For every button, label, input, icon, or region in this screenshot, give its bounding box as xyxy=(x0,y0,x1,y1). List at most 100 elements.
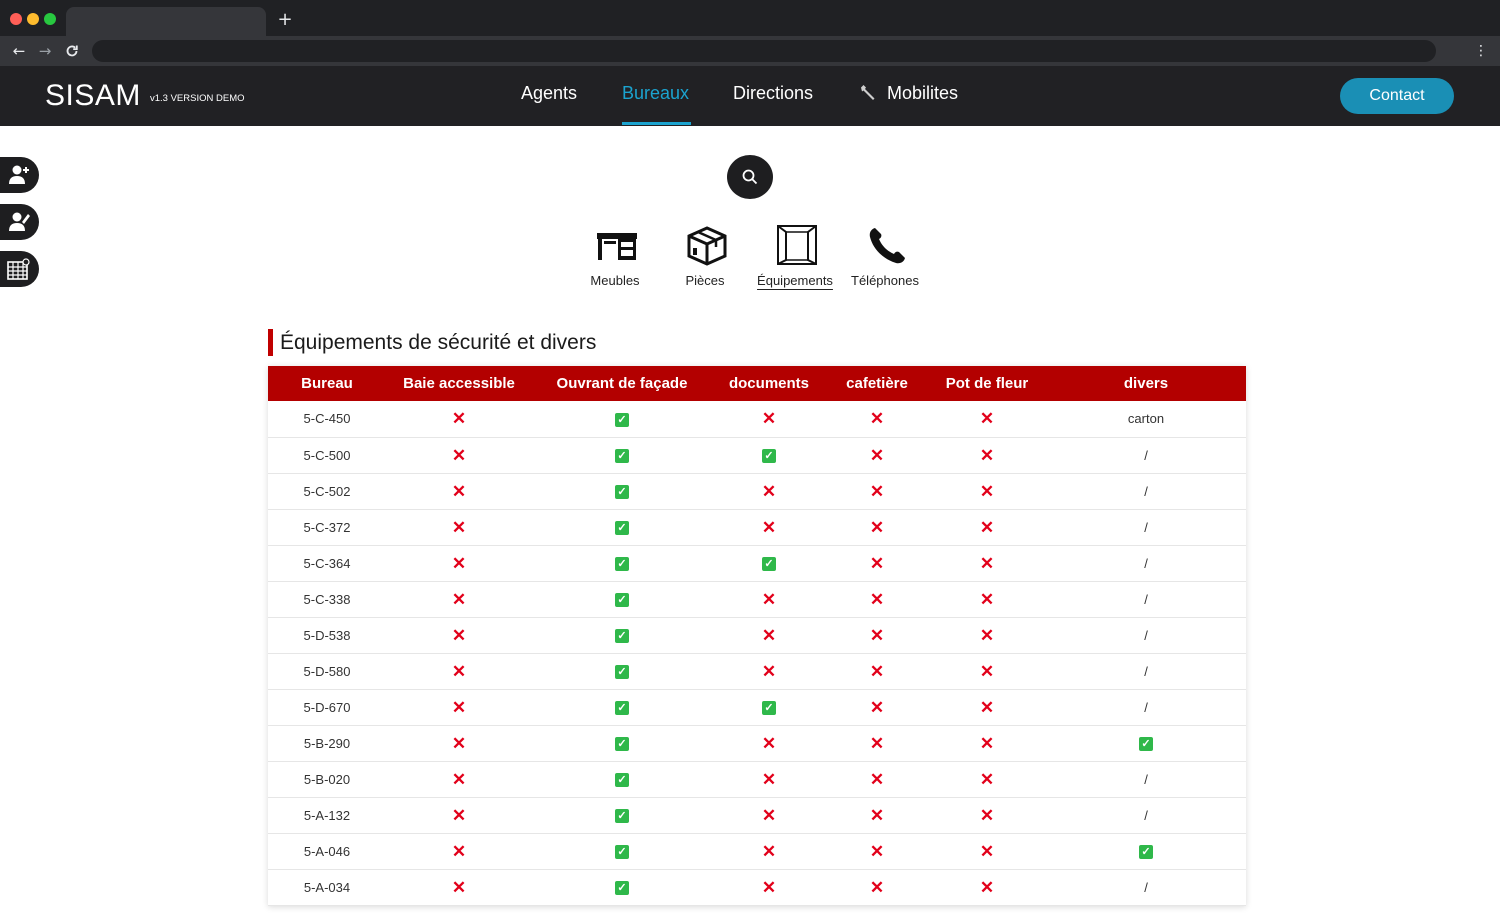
category-meubles[interactable]: Meubles xyxy=(570,224,660,294)
active-nav-underline xyxy=(622,122,691,125)
table-cell-pot: ✕ xyxy=(928,617,1046,654)
table-row[interactable]: 5-B-020 ✕ ✓ ✕ ✕ ✕ / xyxy=(268,761,1246,798)
table-row[interactable]: 5-A-034 ✕ ✓ ✕ ✕ ✕ / xyxy=(268,869,1246,906)
table-cell-documents: ✕ xyxy=(712,509,826,546)
table-cell-bureau: 5-C-502 xyxy=(268,473,386,510)
search-button[interactable] xyxy=(727,155,773,199)
edit-user-icon xyxy=(9,212,30,231)
section-title: Équipements de sécurité et divers xyxy=(268,329,596,356)
check-icon: ✓ xyxy=(615,736,629,751)
table-cell-ouvrant: ✓ xyxy=(532,725,712,762)
column-header-ouvrant[interactable]: Ouvrant de façade xyxy=(532,366,712,401)
table-cell-bureau: 5-C-500 xyxy=(268,437,386,474)
cross-icon: ✕ xyxy=(869,481,885,501)
check-icon: ✓ xyxy=(762,700,776,715)
nav-directions[interactable]: Directions xyxy=(733,82,813,104)
check-icon: ✓ xyxy=(615,700,629,715)
cross-icon: ✕ xyxy=(761,733,777,753)
browser-tab[interactable] xyxy=(66,7,266,36)
table-cell-pot: ✕ xyxy=(928,797,1046,834)
table-cell-cafetiere: ✕ xyxy=(826,545,928,582)
table-cell-bureau: 5-C-338 xyxy=(268,581,386,618)
maximize-window-button[interactable] xyxy=(44,13,56,25)
table-cell-divers: / xyxy=(1046,545,1246,582)
check-icon: ✓ xyxy=(615,592,629,607)
minimize-window-button[interactable] xyxy=(27,13,39,25)
table-cell-ouvrant: ✓ xyxy=(532,509,712,546)
category-pieces[interactable]: Pièces xyxy=(660,224,750,294)
table-cell-baie: ✕ xyxy=(386,797,532,834)
check-icon: ✓ xyxy=(615,628,629,643)
close-window-button[interactable] xyxy=(10,13,22,25)
nav-agents[interactable]: Agents xyxy=(521,82,577,104)
table-row[interactable]: 5-C-450 ✕ ✓ ✕ ✕ ✕ carton xyxy=(268,401,1246,438)
category-equipements[interactable]: Équipements xyxy=(750,224,840,294)
table-cell-ouvrant: ✓ xyxy=(532,581,712,618)
nav-bureaux[interactable]: Bureaux xyxy=(622,82,689,104)
category-label: Pièces xyxy=(685,273,725,288)
table-row[interactable]: 5-A-046 ✕ ✓ ✕ ✕ ✕ ✓ xyxy=(268,833,1246,870)
cross-icon: ✕ xyxy=(761,517,777,537)
table-row[interactable]: 5-C-364 ✕ ✓ ✓ ✕ ✕ / xyxy=(268,545,1246,582)
table-cell-bureau: 5-C-364 xyxy=(268,545,386,582)
table-body: 5-C-450 ✕ ✓ ✕ ✕ ✕ carton 5-C-500 ✕ ✓ ✓ ✕ ✕ / 5-C-502 ✕ ✓… xyxy=(268,401,1246,906)
site-logo[interactable]: SISAM xyxy=(45,79,141,113)
table-cell-baie: ✕ xyxy=(386,401,532,438)
table-cell-baie: ✕ xyxy=(386,581,532,618)
table-cell-cafetiere: ✕ xyxy=(826,473,928,510)
column-header-divers[interactable]: divers xyxy=(1046,366,1246,401)
table-cell-baie: ✕ xyxy=(386,833,532,870)
table-row[interactable]: 5-A-132 ✕ ✓ ✕ ✕ ✕ / xyxy=(268,797,1246,834)
table-row[interactable]: 5-C-502 ✕ ✓ ✕ ✕ ✕ / xyxy=(268,473,1246,510)
table-row[interactable]: 5-D-538 ✕ ✓ ✕ ✕ ✕ / xyxy=(268,617,1246,654)
table-cell-baie: ✕ xyxy=(386,437,532,474)
add-user-icon xyxy=(9,165,29,184)
table-cell-pot: ✕ xyxy=(928,689,1046,726)
cross-icon: ✕ xyxy=(869,697,885,717)
table-row[interactable]: 5-C-500 ✕ ✓ ✓ ✕ ✕ / xyxy=(268,437,1246,474)
cross-icon: ✕ xyxy=(869,805,885,825)
table-row[interactable]: 5-B-290 ✕ ✓ ✕ ✕ ✕ ✓ xyxy=(268,725,1246,762)
category-telephones[interactable]: Téléphones xyxy=(840,224,930,294)
cross-icon: ✕ xyxy=(451,517,467,537)
check-icon: ✓ xyxy=(615,772,629,787)
cross-icon: ✕ xyxy=(761,481,777,501)
planning-button[interactable] xyxy=(0,251,39,287)
table-row[interactable]: 5-D-580 ✕ ✓ ✕ ✕ ✕ / xyxy=(268,653,1246,690)
table-row[interactable]: 5-D-670 ✕ ✓ ✓ ✕ ✕ / xyxy=(268,689,1246,726)
cross-icon: ✕ xyxy=(979,481,995,501)
table-cell-bureau: 5-A-034 xyxy=(268,869,386,906)
table-cell-documents: ✕ xyxy=(712,797,826,834)
column-header-bureau[interactable]: Bureau xyxy=(268,366,386,401)
nav-mobilites[interactable]: Mobilites xyxy=(887,82,958,104)
browser-menu-icon[interactable]: ⋮ xyxy=(1474,41,1488,61)
table-cell-bureau: 5-D-538 xyxy=(268,617,386,654)
table-row[interactable]: 5-C-338 ✕ ✓ ✕ ✕ ✕ / xyxy=(268,581,1246,618)
column-header-pot[interactable]: Pot de fleur xyxy=(928,366,1046,401)
cross-icon: ✕ xyxy=(979,697,995,717)
table-cell-divers: / xyxy=(1046,689,1246,726)
column-header-cafetiere[interactable]: cafetière xyxy=(826,366,928,401)
cross-icon: ✕ xyxy=(451,769,467,789)
forward-arrow-icon[interactable]: → xyxy=(36,41,54,61)
add-agent-button[interactable] xyxy=(0,157,39,193)
wrench-icon xyxy=(861,85,875,100)
contact-button[interactable]: Contact xyxy=(1340,78,1454,114)
table-row[interactable]: 5-C-372 ✕ ✓ ✕ ✕ ✕ / xyxy=(268,509,1246,546)
reload-icon[interactable] xyxy=(63,41,81,61)
table-cell-cafetiere: ✕ xyxy=(826,761,928,798)
check-icon: ✓ xyxy=(762,556,776,571)
cross-icon: ✕ xyxy=(761,841,777,861)
table-cell-divers: / xyxy=(1046,617,1246,654)
cross-icon: ✕ xyxy=(979,841,995,861)
table-cell-pot: ✕ xyxy=(928,473,1046,510)
edit-agent-button[interactable] xyxy=(0,204,39,240)
back-arrow-icon[interactable]: ← xyxy=(10,41,28,61)
table-cell-divers: carton xyxy=(1046,401,1246,438)
table-cell-divers: / xyxy=(1046,473,1246,510)
column-header-baie[interactable]: Baie accessible xyxy=(386,366,532,401)
address-bar[interactable] xyxy=(92,40,1436,62)
column-header-documents[interactable]: documents xyxy=(712,366,826,401)
cross-icon: ✕ xyxy=(761,769,777,789)
new-tab-button[interactable]: + xyxy=(277,9,293,31)
